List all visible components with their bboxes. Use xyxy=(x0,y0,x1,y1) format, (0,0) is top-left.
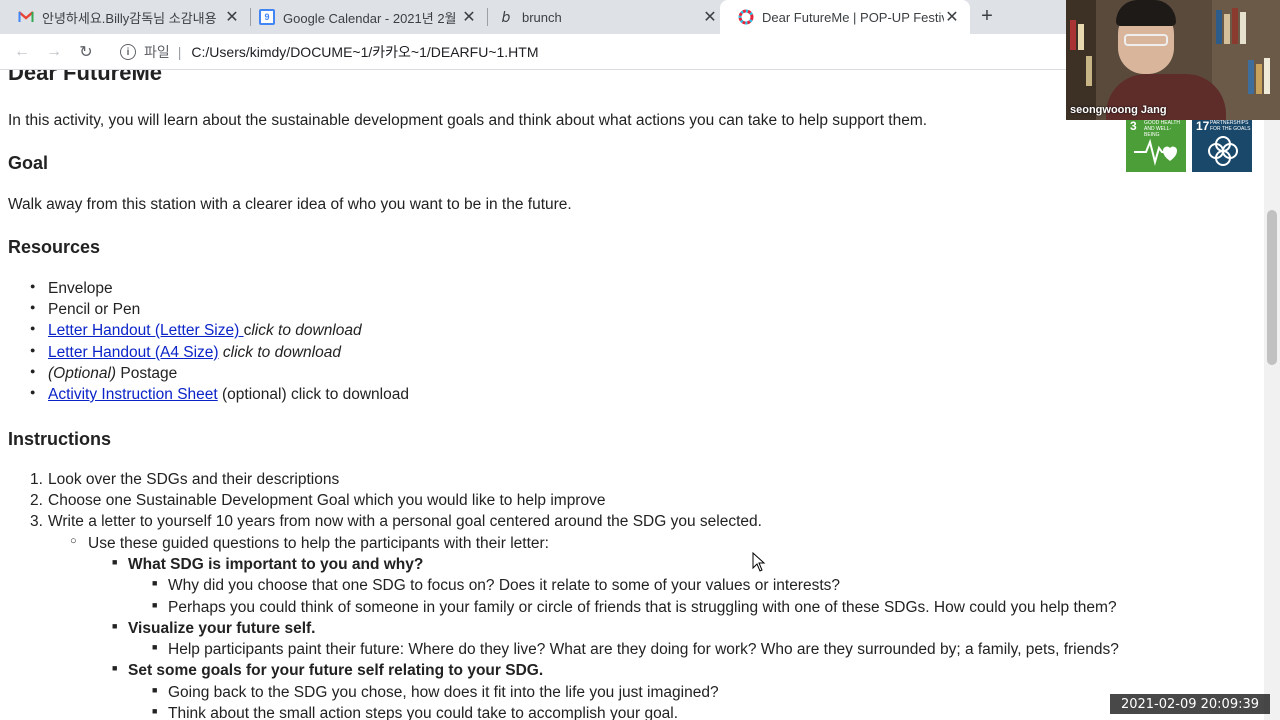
list-item: Set some goals for your future self rela… xyxy=(112,662,544,680)
tab-label: 안녕하세요.Billy감독님 소감내용 xyxy=(42,10,217,26)
step-text: Look over the SDGs and their description… xyxy=(48,471,340,488)
scrollbar-thumb[interactable] xyxy=(1267,210,1277,365)
goal-heading: Goal xyxy=(8,153,49,173)
sdg-tile-17[interactable]: 17 PARTNERSHIPS FOR THE GOALS xyxy=(1192,118,1252,172)
question-heading: Set some goals for your future self rela… xyxy=(128,662,544,679)
glasses xyxy=(1124,34,1168,46)
close-icon[interactable]: ✕ xyxy=(944,7,960,27)
list-item: Pencil or Pen xyxy=(30,301,141,319)
resource-pencil: Pencil or Pen xyxy=(48,301,141,318)
download-hint: (optional) click to download xyxy=(217,386,409,403)
question-detail: Help participants paint their future: Wh… xyxy=(168,641,1119,658)
video-participant-tile: seongwoong Jang xyxy=(1066,0,1280,120)
resources-heading: Resources xyxy=(8,237,101,257)
list-item: Why did you choose that one SDG to focus… xyxy=(152,577,841,595)
mouse-cursor-icon xyxy=(752,552,766,572)
question-detail: Why did you choose that one SDG to focus… xyxy=(168,577,841,594)
sdg-caption: PARTNERSHIPS FOR THE GOALS xyxy=(1210,120,1251,132)
book xyxy=(1232,8,1238,44)
info-icon[interactable]: i xyxy=(120,44,136,60)
download-hint: lick to download xyxy=(251,322,362,339)
page-content: Dear FutureMe In this activity, you will… xyxy=(0,70,1264,720)
list-item: 2. Choose one Sustainable Development Goa… xyxy=(30,492,606,509)
sdg-number: 17 xyxy=(1196,119,1210,133)
tab-label: Google Calendar - 2021년 2월 xyxy=(283,10,457,26)
list-item: (Optional) Postage xyxy=(30,365,178,383)
a4-handout-link[interactable]: Letter Handout (A4 Size) xyxy=(48,344,219,361)
book xyxy=(1070,20,1076,50)
list-item: Envelope xyxy=(30,280,113,298)
flower-rings-icon xyxy=(1208,136,1238,166)
book xyxy=(1078,24,1084,50)
tab-calendar[interactable]: 9 Google Calendar - 2021년 2월 ✕ xyxy=(241,0,487,34)
heartbeat-icon xyxy=(1134,138,1178,166)
instructions-heading: Instructions xyxy=(8,429,112,449)
forward-arrow-icon[interactable]: → xyxy=(42,40,66,64)
book xyxy=(1086,56,1092,86)
activity-sheet-link[interactable]: Activity Instruction Sheet xyxy=(48,386,218,403)
list-item: Perhaps you could think of someone in yo… xyxy=(152,599,1117,617)
question-heading: Visualize your future self. xyxy=(128,620,316,637)
vertical-scrollbar[interactable] xyxy=(1264,70,1280,720)
resource-envelope: Envelope xyxy=(48,280,113,297)
divider: | xyxy=(177,44,182,60)
list-item: 3. Write a letter to yourself 10 years fr… xyxy=(30,513,762,530)
letter-handout-link[interactable]: Letter Handout (Letter Size) xyxy=(48,322,244,339)
tab-label: Dear FutureMe | POP-UP Festiv xyxy=(762,9,944,25)
question-detail: Perhaps you could think of someone in yo… xyxy=(168,599,1117,616)
question-heading: What SDG is important to you and why? xyxy=(128,556,424,573)
list-item: Letter Handout (A4 Size) click to downlo… xyxy=(30,344,341,362)
optional-label: (Optional) xyxy=(48,365,117,382)
list-item: Going back to the SDG you chose, how doe… xyxy=(152,684,719,702)
list-item: Activity Instruction Sheet (optional) cl… xyxy=(30,386,409,404)
step-text: Write a letter to yourself 10 years from… xyxy=(48,513,762,530)
address-bar[interactable]: i 파일 | C:/Users/kimdy/DOCUME~1/카카오~1/DEA… xyxy=(112,38,1062,66)
list-item: Use these guided questions to help the p… xyxy=(70,535,549,553)
intro-text: In this activity, you will learn about t… xyxy=(8,112,928,129)
step-text: Choose one Sustainable Development Goal … xyxy=(48,492,606,509)
tab-brunch[interactable]: 𝘣 brunch ✕ xyxy=(480,0,728,34)
list-item: Visualize your future self. xyxy=(112,620,316,638)
book xyxy=(1264,58,1270,94)
download-hint: click to download xyxy=(218,344,341,361)
participant-hair xyxy=(1116,0,1176,26)
book xyxy=(1224,14,1230,44)
postage-text: Postage xyxy=(116,365,178,382)
tab-label: brunch xyxy=(522,9,562,25)
calendar-icon: 9 xyxy=(259,9,275,25)
participant-name: seongwoong Jang xyxy=(1070,104,1167,116)
sdg-tile-3[interactable]: 3 GOOD HEALTH AND WELL-BEING xyxy=(1126,118,1186,172)
gmail-icon xyxy=(18,9,34,25)
book xyxy=(1216,10,1222,44)
url-text[interactable]: C:/Users/kimdy/DOCUME~1/카카오~1/DEARFU~1.H… xyxy=(191,42,538,62)
goal-text: Walk away from this station with a clear… xyxy=(8,196,572,213)
reload-icon[interactable]: ↻ xyxy=(74,40,98,64)
list-item: Letter Handout (Letter Size) click to do… xyxy=(30,322,362,340)
question-detail: Going back to the SDG you chose, how doe… xyxy=(168,684,719,701)
list-item: What SDG is important to you and why? xyxy=(112,556,424,574)
close-icon[interactable]: ✕ xyxy=(702,7,718,27)
new-tab-button[interactable]: + xyxy=(976,5,998,27)
book xyxy=(1256,64,1262,94)
guided-intro: Use these guided questions to help the p… xyxy=(88,535,549,552)
close-icon[interactable]: ✕ xyxy=(224,7,240,27)
book xyxy=(1248,60,1254,94)
sdg-icon xyxy=(738,9,754,25)
list-item: Help participants paint their future: Wh… xyxy=(152,641,1119,659)
back-arrow-icon[interactable]: ← xyxy=(10,40,34,64)
tab-gmail[interactable]: 안녕하세요.Billy감독님 소감내용 ✕ xyxy=(0,0,250,34)
list-item: Think about the small action steps you c… xyxy=(152,705,679,720)
book xyxy=(1240,12,1246,44)
brunch-icon: 𝘣 xyxy=(501,8,511,25)
sdg-number: 3 xyxy=(1130,119,1137,133)
question-detail: Think about the small action steps you c… xyxy=(168,705,679,720)
close-icon[interactable]: ✕ xyxy=(461,7,477,27)
recording-timestamp: 2021-02-09 20:09:39 xyxy=(1110,694,1270,714)
list-item: 1. Look over the SDGs and their descripti… xyxy=(30,471,340,488)
tab-dear-futureme[interactable]: Dear FutureMe | POP-UP Festiv ✕ xyxy=(720,0,970,34)
scheme-label: 파일 xyxy=(144,44,170,60)
page-title: Dear FutureMe xyxy=(8,70,163,85)
